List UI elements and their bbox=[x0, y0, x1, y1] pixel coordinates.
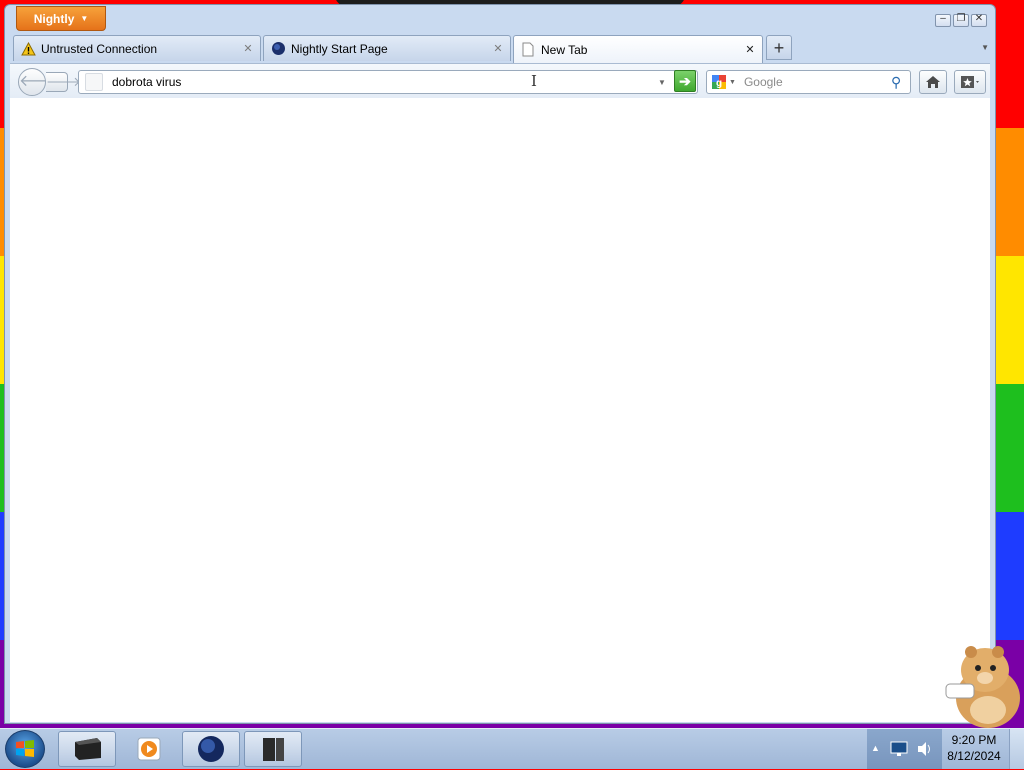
go-button[interactable]: ➔ bbox=[674, 70, 696, 92]
search-bar[interactable]: g ▼ ⚲ bbox=[706, 70, 911, 94]
bookmarks-star-icon bbox=[961, 76, 979, 88]
forward-button[interactable]: 🡒 bbox=[46, 72, 81, 92]
url-history-dropdown-icon[interactable]: ▼ bbox=[656, 78, 668, 87]
new-tab-button[interactable]: + bbox=[766, 35, 792, 60]
back-button[interactable]: 🡐 bbox=[18, 68, 62, 96]
minimize-icon: – bbox=[940, 13, 946, 24]
terminal-icon bbox=[75, 738, 101, 760]
notification-area: ▲ bbox=[867, 729, 942, 769]
explorer-window-icon bbox=[263, 738, 284, 761]
browser-window: Nightly ▼ – ❐ ✕ Untrusted Connection ✕ N… bbox=[4, 4, 996, 724]
tab-nightly-start-page[interactable]: Nightly Start Page ✕ bbox=[263, 35, 511, 61]
warning-icon bbox=[20, 41, 36, 57]
minimize-button[interactable]: – bbox=[935, 13, 951, 27]
tab-title: New Tab bbox=[541, 42, 588, 57]
show-desktop-button[interactable] bbox=[1009, 729, 1024, 769]
tab-untrusted-connection[interactable]: Untrusted Connection ✕ bbox=[13, 35, 261, 61]
blank-page-icon bbox=[520, 42, 536, 58]
tab-new-tab[interactable]: New Tab ✕ bbox=[513, 35, 763, 63]
go-arrow-icon: ➔ bbox=[679, 73, 691, 89]
close-icon: ✕ bbox=[974, 13, 984, 24]
home-icon bbox=[926, 76, 940, 88]
nightly-menu-button[interactable]: Nightly ▼ bbox=[16, 6, 106, 31]
start-button[interactable] bbox=[5, 730, 45, 768]
close-tab-icon[interactable]: ✕ bbox=[492, 42, 504, 55]
windows-logo-icon bbox=[16, 740, 34, 757]
nightly-menu-label: Nightly bbox=[33, 11, 75, 26]
search-icon[interactable]: ⚲ bbox=[891, 74, 901, 91]
close-tab-icon[interactable]: ✕ bbox=[242, 42, 254, 55]
bookmarks-button[interactable] bbox=[954, 70, 986, 94]
clock-time: 9:20 PM bbox=[951, 733, 997, 747]
list-all-tabs-button[interactable]: ▼ bbox=[981, 43, 989, 52]
url-bar[interactable]: ▼ bbox=[78, 70, 698, 94]
hamster-sticker-icon bbox=[945, 646, 1020, 728]
google-icon: g bbox=[712, 75, 726, 89]
url-input[interactable] bbox=[112, 75, 652, 89]
clock-date: 8/12/2024 bbox=[947, 749, 1001, 763]
taskbar-explorer-window[interactable] bbox=[244, 731, 302, 767]
site-identity-icon[interactable] bbox=[85, 73, 103, 91]
search-engine-selector[interactable]: g ▼ bbox=[711, 74, 736, 90]
chevron-down-icon: ▼ bbox=[981, 43, 989, 52]
nightly-icon bbox=[198, 736, 224, 762]
window-controls: – ❐ ✕ bbox=[935, 13, 987, 27]
speaker-icon[interactable] bbox=[915, 740, 935, 758]
chevron-down-icon: ▼ bbox=[80, 14, 89, 23]
text-cursor-icon: I bbox=[531, 72, 537, 90]
taskbar-terminal[interactable] bbox=[58, 731, 116, 767]
tab-title: Nightly Start Page bbox=[291, 41, 388, 56]
taskbar-media-player[interactable] bbox=[120, 731, 178, 767]
svg-text:g: g bbox=[716, 78, 722, 89]
media-player-icon bbox=[137, 737, 161, 761]
navigation-toolbar: 🡐 🡒 ▼ ➔ g ▼ ⚲ bbox=[10, 63, 990, 99]
tab-strip: Untrusted Connection ✕ Nightly Start Pag… bbox=[13, 35, 991, 63]
taskbar-nightly[interactable] bbox=[182, 731, 240, 767]
close-window-button[interactable]: ✕ bbox=[971, 13, 987, 27]
forward-arrow-icon: 🡒 bbox=[46, 74, 81, 89]
system-clock[interactable]: 9:20 PM 8/12/2024 bbox=[942, 732, 1006, 764]
tab-title: Untrusted Connection bbox=[41, 41, 158, 56]
network-icon[interactable] bbox=[889, 740, 909, 758]
search-input[interactable] bbox=[743, 75, 889, 89]
show-hidden-icons-button[interactable]: ▲ bbox=[871, 743, 880, 753]
nightly-globe-icon bbox=[270, 41, 286, 57]
taskbar: ▲ 9:20 PM 8/12/2024 bbox=[0, 728, 1024, 769]
restore-icon: ❐ bbox=[956, 13, 966, 24]
maximize-button[interactable]: ❐ bbox=[953, 13, 969, 27]
chevron-down-icon: ▼ bbox=[729, 78, 736, 86]
plus-icon: + bbox=[773, 38, 785, 58]
page-content-area[interactable] bbox=[10, 98, 990, 722]
close-tab-icon[interactable]: ✕ bbox=[744, 43, 756, 56]
home-button[interactable] bbox=[919, 70, 947, 94]
